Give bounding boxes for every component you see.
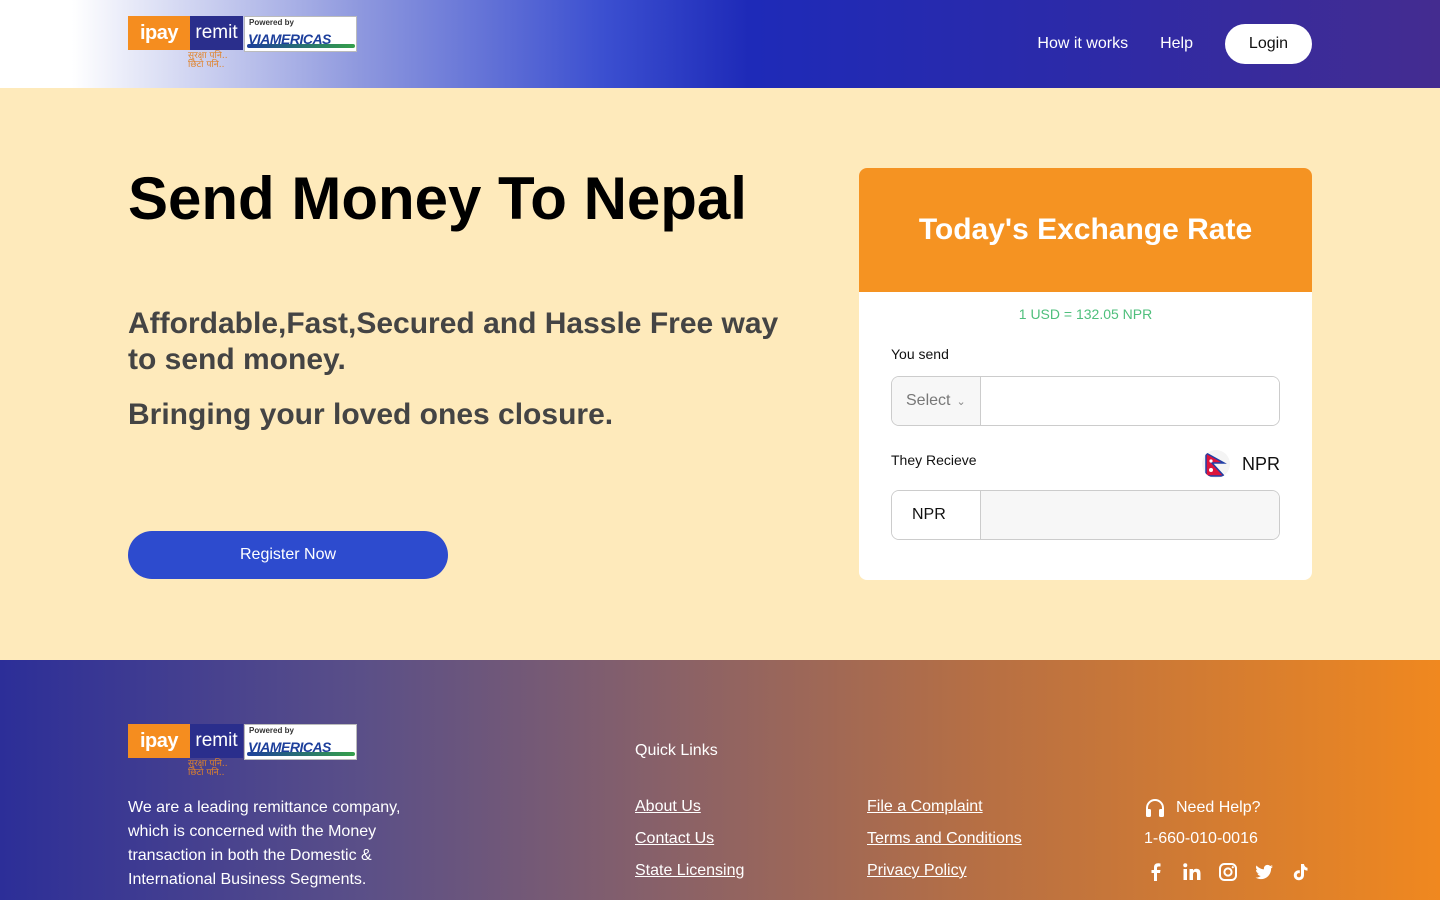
they-receive-label: They Recieve <box>891 452 977 468</box>
login-button[interactable]: Login <box>1225 24 1312 64</box>
quick-links-title: Quick Links <box>635 742 718 759</box>
viamericas-swoosh <box>247 752 355 756</box>
logo-ipay-text: ipay <box>128 16 190 50</box>
send-currency-select[interactable]: Select ⌄ <box>892 377 981 425</box>
ipay-remit-logo: ipay remit सुरक्षा पनि.. छिटो पनि.. <box>128 16 243 70</box>
viamericas-swoosh <box>247 44 355 48</box>
facebook-icon[interactable] <box>1144 860 1168 884</box>
receive-amount-input <box>981 491 1279 539</box>
exchange-rate-card: Today's Exchange Rate 1 USD = 132.05 NPR… <box>859 168 1312 580</box>
footer-link-contact-us[interactable]: Contact Us <box>635 830 714 848</box>
logo-ipay-text: ipay <box>128 724 190 758</box>
support-phone[interactable]: 1-660-010-0016 <box>1144 830 1258 848</box>
headset-icon <box>1146 799 1164 817</box>
footer-link-state-licensing[interactable]: State Licensing <box>635 862 744 880</box>
nepal-flag-icon <box>1201 450 1230 478</box>
logo-tagline: सुरक्षा पनि.. छिटो पनि.. <box>188 759 228 778</box>
twitter-icon[interactable] <box>1252 860 1276 884</box>
hero-tagline: Bringing your loved ones closure. <box>128 398 614 431</box>
nav-help[interactable]: Help <box>1160 35 1193 53</box>
footer-logo[interactable]: ipay remit सुरक्षा पनि.. छिटो पनि.. Powe… <box>128 724 357 778</box>
footer-link-privacy-policy[interactable]: Privacy Policy <box>867 862 967 880</box>
need-help: Need Help? <box>1144 798 1261 818</box>
receive-amount-group: NPR <box>891 490 1280 540</box>
send-amount-input[interactable] <box>981 377 1279 425</box>
receive-currency-code: NPR <box>1241 453 1280 474</box>
hero-subtitle: Affordable,Fast,Secured and Hassle Free … <box>128 307 779 376</box>
send-amount-group: Select ⌄ <box>891 376 1280 426</box>
site-footer: ipay remit सुरक्षा पनि.. छिटो पनि.. Powe… <box>0 660 1440 900</box>
main-nav: How it works Help Login <box>1037 24 1312 64</box>
site-header: ipay remit सुरक्षा पनि.. छिटो पनि.. Powe… <box>0 0 1440 88</box>
receive-currency-prefix: NPR <box>892 491 981 539</box>
instagram-icon[interactable] <box>1216 860 1240 884</box>
ipay-remit-logo: ipay remit सुरक्षा पनि.. छिटो पनि.. <box>128 724 243 778</box>
register-now-button[interactable]: Register Now <box>128 531 448 579</box>
nav-how-it-works[interactable]: How it works <box>1037 35 1128 53</box>
select-placeholder: Select <box>906 392 951 409</box>
hero-title: Send Money To Nepal <box>128 165 747 232</box>
need-help-text: Need Help? <box>1176 799 1261 816</box>
linkedin-icon[interactable] <box>1180 860 1204 884</box>
site-logo[interactable]: ipay remit सुरक्षा पनि.. छिटो पनि.. Powe… <box>128 16 357 70</box>
powered-by-text: Powered by <box>249 18 294 27</box>
logo-remit-text: remit <box>190 724 243 758</box>
chevron-down-icon: ⌄ <box>956 395 966 408</box>
footer-link-about-us[interactable]: About Us <box>635 798 701 816</box>
receive-currency-indicator: NPR <box>1201 450 1280 478</box>
logo-tagline: सुरक्षा पनि.. छिटो पनि.. <box>188 51 228 70</box>
exchange-rate-title: Today's Exchange Rate <box>859 168 1312 292</box>
viamericas-logo: Powered by VIAMERICAS <box>244 16 357 52</box>
exchange-rate-value: 1 USD = 132.05 NPR <box>1018 306 1153 322</box>
tiktok-icon[interactable] <box>1288 860 1312 884</box>
footer-about-text: We are a leading remittance company, whi… <box>128 799 401 888</box>
footer-link-file-complaint[interactable]: File a Complaint <box>867 798 983 816</box>
social-links <box>1144 860 1324 884</box>
you-send-label: You send <box>891 346 949 362</box>
viamericas-logo: Powered by VIAMERICAS <box>244 724 357 760</box>
powered-by-text: Powered by <box>249 726 294 735</box>
footer-link-terms[interactable]: Terms and Conditions <box>867 830 1022 848</box>
logo-remit-text: remit <box>190 16 243 50</box>
